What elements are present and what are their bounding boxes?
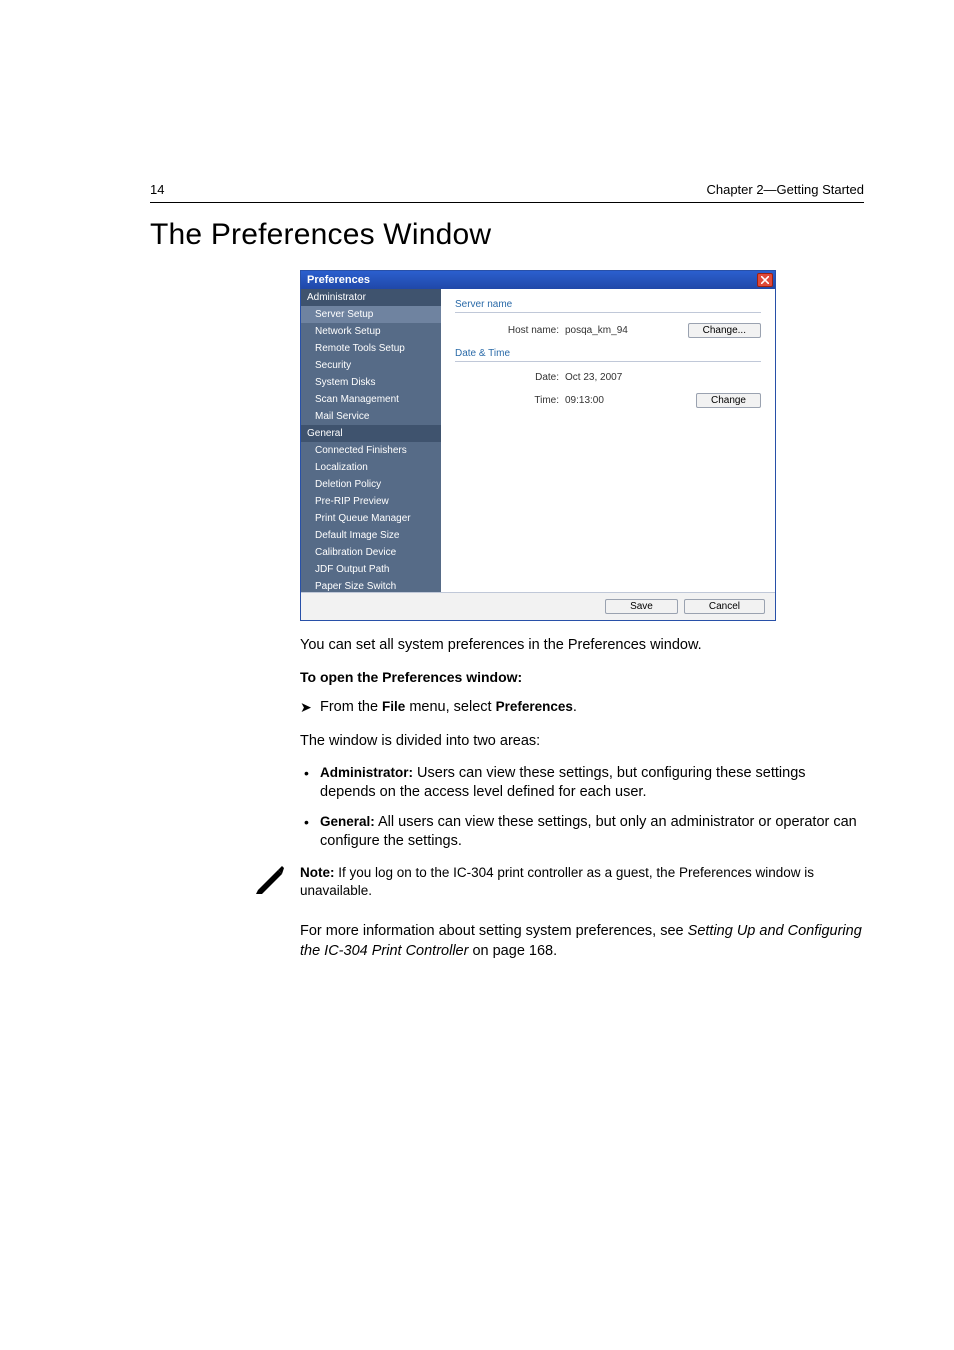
sidebar-item-connected-finishers[interactable]: Connected Finishers (301, 442, 441, 459)
sidebar-item-jdf-output-path[interactable]: JDF Output Path (301, 561, 441, 578)
note-text: Note: If you log on to the IC-304 print … (300, 864, 864, 900)
bullet-general-label: General: (320, 814, 375, 829)
bullet-administrator: Administrator: Users can view these sett… (300, 764, 864, 803)
sidebar-item-localization[interactable]: Localization (301, 459, 441, 476)
date-value: Oct 23, 2007 (565, 372, 761, 383)
chapter-reference: Chapter 2—Getting Started (706, 182, 864, 197)
paragraph-intro: You can set all system preferences in th… (300, 636, 864, 656)
note-label: Note: (300, 865, 335, 880)
titlebar: Preferences (301, 271, 775, 289)
sidebar-item-remote-tools-setup[interactable]: Remote Tools Setup (301, 340, 441, 357)
group-date-time-title: Date & Time (455, 348, 761, 359)
preferences-footer: Save Cancel (301, 592, 775, 620)
xref-post: on page 168. (468, 943, 557, 959)
cancel-button[interactable]: Cancel (684, 599, 765, 614)
menu-preferences-label: Preferences (496, 699, 573, 714)
hostname-value: posqa_km_94 (565, 325, 658, 336)
time-value: 09:13:00 (565, 395, 666, 406)
paragraph-areas: The window is divided into two areas: (300, 732, 864, 752)
sidebar-item-network-setup[interactable]: Network Setup (301, 323, 441, 340)
instruction-text-mid: menu, select (405, 699, 495, 715)
sidebar-item-server-setup[interactable]: Server Setup (301, 306, 441, 323)
xref-pre: For more information about setting syste… (300, 923, 688, 939)
sidebar-item-print-queue-manager[interactable]: Print Queue Manager (301, 510, 441, 527)
bullet-general: General: All users can view these settin… (300, 813, 864, 852)
page-number: 14 (150, 182, 164, 197)
close-icon[interactable] (757, 273, 773, 287)
sidebar-item-system-disks[interactable]: System Disks (301, 374, 441, 391)
instruction-text-pre: From the (320, 699, 382, 715)
instruction-step: From the File menu, select Preferences. (300, 698, 864, 718)
bullet-general-text: All users can view these settings, but o… (320, 814, 857, 850)
note-icon (254, 864, 286, 896)
sidebar-item-pre-rip-preview[interactable]: Pre-RIP Preview (301, 493, 441, 510)
save-button[interactable]: Save (605, 599, 678, 614)
sidebar-section-administrator: Administrator (301, 289, 441, 306)
time-label: Time: (455, 395, 565, 406)
instruction-text-end: . (573, 699, 577, 715)
sidebar-item-paper-size-switch[interactable]: Paper Size Switch (301, 578, 441, 595)
divider (455, 361, 761, 362)
sidebar-item-scan-management[interactable]: Scan Management (301, 391, 441, 408)
paragraph-xref: For more information about setting syste… (300, 922, 864, 961)
header-rule (150, 202, 864, 203)
divider (455, 312, 761, 313)
menu-file-label: File (382, 699, 405, 714)
note-body: If you log on to the IC-304 print contro… (300, 865, 814, 898)
sidebar-item-calibration-device[interactable]: Calibration Device (301, 544, 441, 561)
preferences-sidebar: Administrator Server Setup Network Setup… (301, 289, 441, 592)
hostname-label: Host name: (455, 325, 565, 336)
sidebar-item-mail-service[interactable]: Mail Service (301, 408, 441, 425)
sidebar-item-security[interactable]: Security (301, 357, 441, 374)
change-datetime-button[interactable]: Change (696, 393, 761, 408)
date-label: Date: (455, 372, 565, 383)
preferences-content: Server name Host name: posqa_km_94 Chang… (441, 289, 775, 592)
sidebar-section-general: General (301, 425, 441, 442)
bullet-administrator-label: Administrator: (320, 765, 413, 780)
sidebar-item-default-image-size[interactable]: Default Image Size (301, 527, 441, 544)
page-title: The Preferences Window (150, 218, 491, 252)
preferences-window: Preferences Administrator Server Setup N… (300, 270, 776, 621)
group-server-name-title: Server name (455, 299, 761, 310)
change-hostname-button[interactable]: Change... (688, 323, 761, 338)
sidebar-item-deletion-policy[interactable]: Deletion Policy (301, 476, 441, 493)
body-copy: You can set all system preferences in th… (300, 636, 864, 973)
window-title: Preferences (307, 274, 370, 286)
heading-open-preferences: To open the Preferences window: (300, 668, 864, 687)
